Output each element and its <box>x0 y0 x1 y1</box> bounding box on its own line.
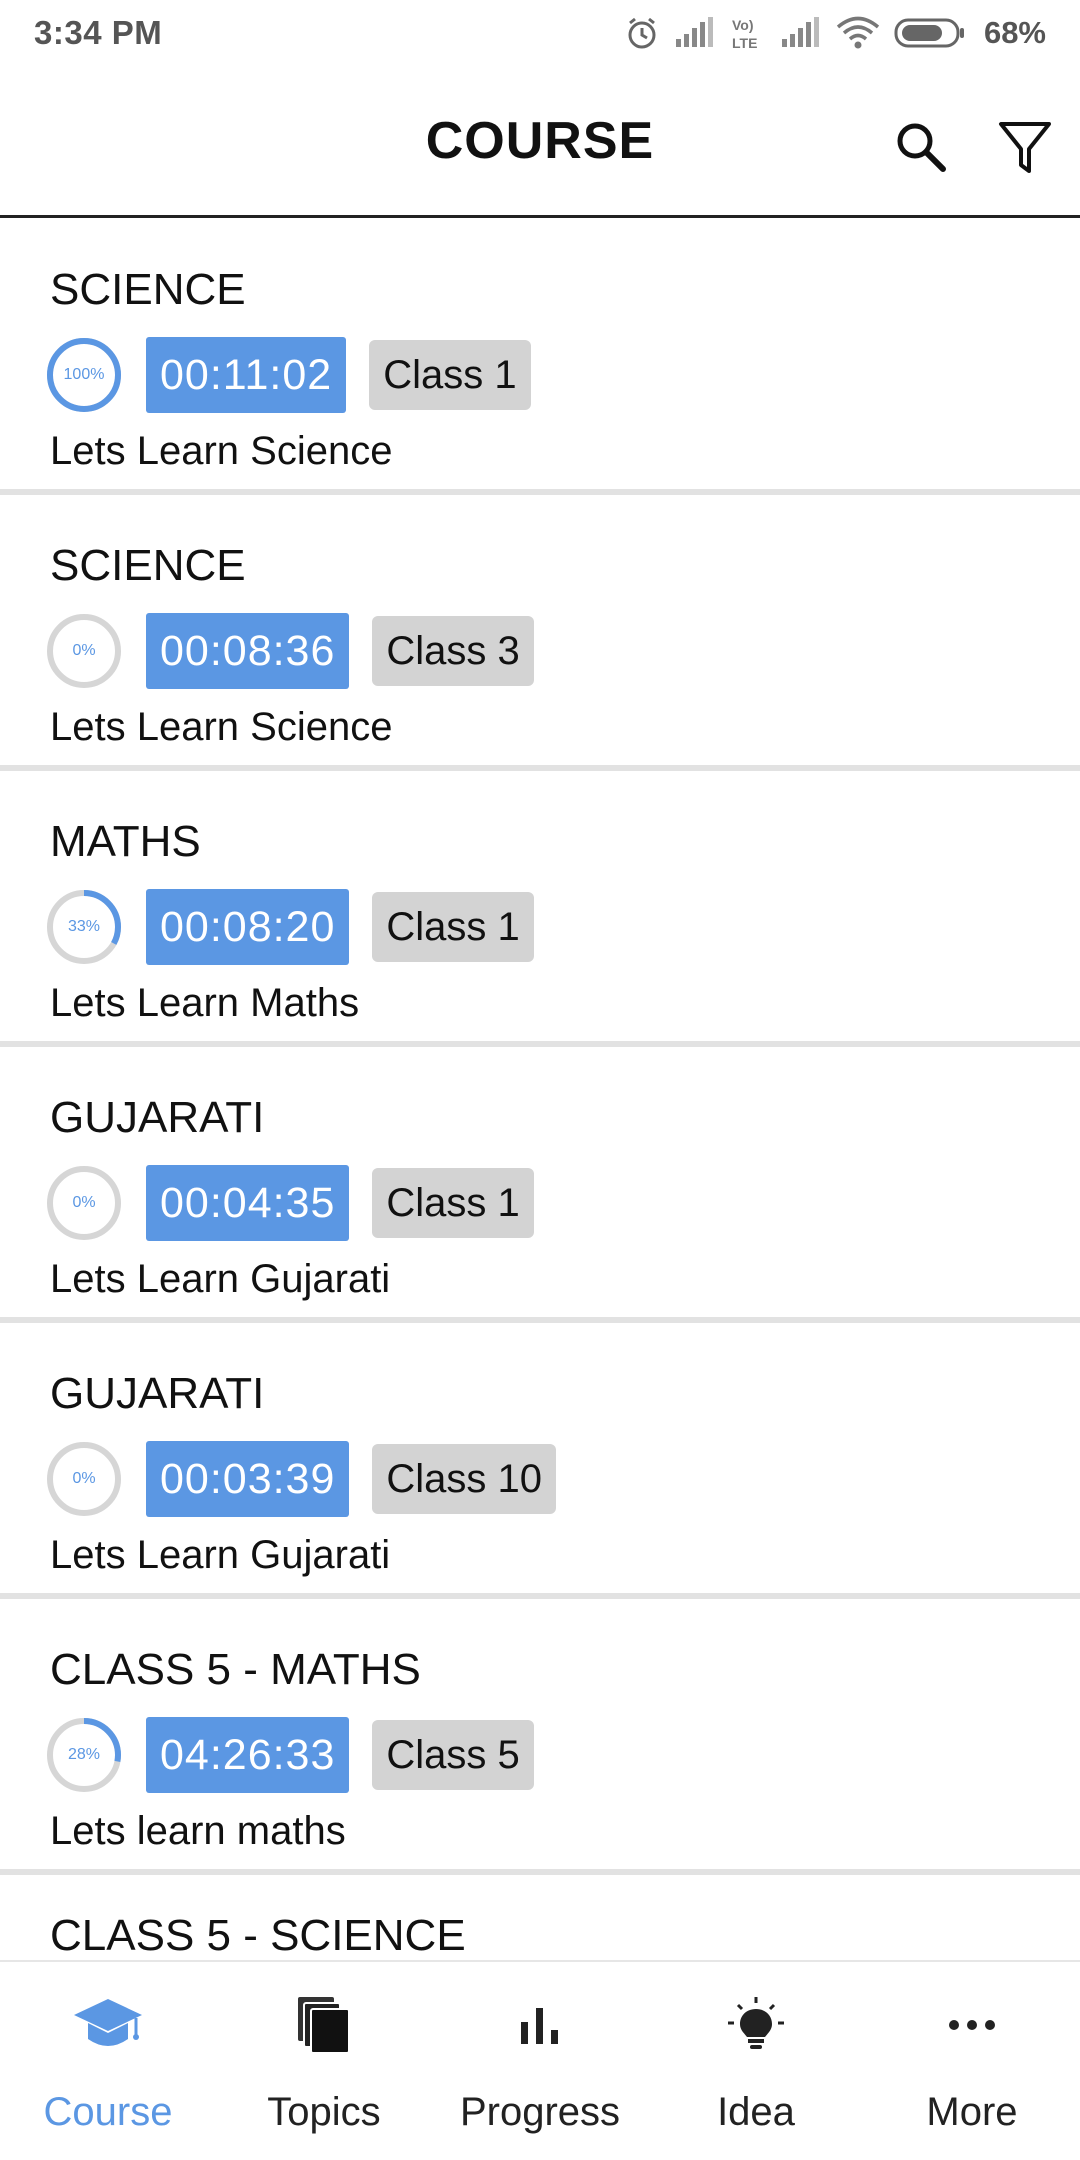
progress-ring: 33% <box>46 889 122 965</box>
course-subject: GUJARATI <box>50 1369 265 1418</box>
duration-badge: 04:26:33 <box>146 1717 350 1793</box>
progress-percent: 0% <box>72 642 96 659</box>
volte-icon: Vo) LTE <box>730 15 766 51</box>
course-card-partial[interactable]: CLASS 5 - SCIENCE <box>0 1875 1080 1960</box>
course-subject: GUJARATI <box>50 1093 265 1142</box>
class-badge: Class 1 <box>372 892 534 962</box>
class-badge: Class 1 <box>369 340 531 410</box>
progress-ring: 0% <box>46 1441 122 1517</box>
progress-percent: 0% <box>72 1470 96 1487</box>
nav-idea[interactable]: Idea <box>648 1962 864 2160</box>
duration-badge: 00:08:20 <box>146 889 350 965</box>
course-subject: CLASS 5 - SCIENCE <box>50 1911 466 1960</box>
status-icons: Vo) LTE 68% <box>624 15 1046 51</box>
duration-badge: 00:11:02 <box>146 337 347 413</box>
books-icon <box>294 1995 354 2060</box>
battery-icon <box>894 17 966 49</box>
course-card[interactable]: GUJARATI 0% 00:04:35 Class 1 Lets Learn … <box>0 1047 1080 1323</box>
duration-badge: 00:03:39 <box>146 1441 350 1517</box>
class-badge: Class 10 <box>372 1444 557 1514</box>
progress-ring: 0% <box>46 613 122 689</box>
class-badge: Class 3 <box>372 616 534 686</box>
course-description: Lets Learn Science <box>50 705 393 749</box>
svg-text:Vo): Vo) <box>732 17 754 33</box>
filter-icon <box>997 119 1053 180</box>
bar-chart-icon <box>515 2000 565 2055</box>
status-time: 3:34 PM <box>34 14 163 51</box>
duration-badge: 00:08:36 <box>146 613 350 689</box>
graduation-cap-icon <box>72 1995 144 2060</box>
progress-percent: 0% <box>72 1194 96 1211</box>
search-button[interactable] <box>888 116 954 182</box>
course-card[interactable]: GUJARATI 0% 00:03:39 Class 10 Lets Learn… <box>0 1323 1080 1599</box>
nav-label: Topics <box>267 2090 381 2134</box>
svg-text:LTE: LTE <box>732 35 757 51</box>
progress-percent: 33% <box>67 918 101 935</box>
status-bar: 3:34 PM Vo) LTE 68% <box>0 0 1080 66</box>
more-horizontal-icon <box>947 2015 997 2040</box>
nav-label: Course <box>43 2090 173 2134</box>
bottom-nav: Course Topics Progress Idea More <box>0 1960 1080 2160</box>
nav-label: Idea <box>717 2090 795 2134</box>
course-card[interactable]: MATHS 33% 00:08:20 Class 1 Lets Learn Ma… <box>0 771 1080 1047</box>
course-description: Lets Learn Gujarati <box>50 1533 391 1577</box>
course-description: Lets Learn Maths <box>50 981 360 1025</box>
progress-percent: 100% <box>63 366 105 383</box>
progress-percent: 28% <box>67 1746 101 1763</box>
course-subject: SCIENCE <box>50 265 246 314</box>
signal-icon <box>780 17 822 49</box>
nav-topics[interactable]: Topics <box>216 1962 432 2160</box>
class-badge: Class 1 <box>372 1168 534 1238</box>
course-description: Lets learn maths <box>50 1809 346 1853</box>
battery-percent: 68% <box>983 15 1046 50</box>
signal-icon <box>674 17 716 49</box>
course-subject: SCIENCE <box>50 541 246 590</box>
filter-button[interactable] <box>992 116 1058 182</box>
course-card[interactable]: CLASS 5 - MATHS 28% 04:26:33 Class 5 Let… <box>0 1599 1080 1875</box>
class-badge: Class 5 <box>372 1720 534 1790</box>
progress-ring: 28% <box>46 1717 122 1793</box>
app-bar: COURSE <box>0 66 1080 218</box>
nav-label: Progress <box>459 2090 621 2134</box>
course-list[interactable]: SCIENCE 100% 00:11:02 Class 1 Lets Learn… <box>0 219 1080 1960</box>
course-description: Lets Learn Gujarati <box>50 1257 391 1301</box>
lightbulb-icon <box>726 1995 786 2060</box>
progress-ring: 100% <box>46 337 122 413</box>
course-card[interactable]: SCIENCE 100% 00:11:02 Class 1 Lets Learn… <box>0 219 1080 495</box>
nav-more[interactable]: More <box>864 1962 1080 2160</box>
course-subject: MATHS <box>50 817 201 866</box>
progress-ring: 0% <box>46 1165 122 1241</box>
duration-badge: 00:04:35 <box>146 1165 350 1241</box>
course-description: Lets Learn Science <box>50 429 393 473</box>
wifi-icon <box>836 16 880 50</box>
course-subject: CLASS 5 - MATHS <box>50 1645 421 1694</box>
search-icon <box>893 119 949 180</box>
alarm-icon <box>624 15 660 51</box>
nav-progress[interactable]: Progress <box>432 1962 648 2160</box>
nav-label: More <box>926 2090 1018 2134</box>
nav-course[interactable]: Course <box>0 1962 216 2160</box>
course-card[interactable]: SCIENCE 0% 00:08:36 Class 3 Lets Learn S… <box>0 495 1080 771</box>
